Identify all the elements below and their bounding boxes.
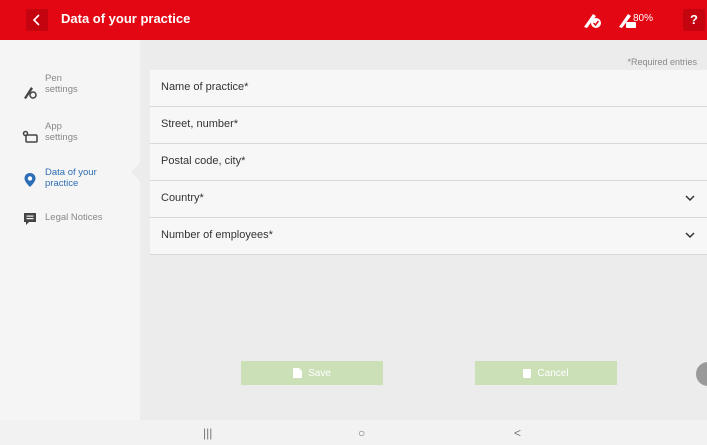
sidebar-item-label: Pen settings [45,73,78,95]
number-of-employees-select[interactable]: Number of employees* [150,218,707,255]
battery-level: 80% [633,13,654,24]
location-pin-icon [24,173,36,187]
active-indicator [131,163,140,181]
trash-icon [523,369,532,378]
notice-icon [24,213,36,225]
sidebar-item-label: Data of your practice [45,167,97,189]
field-label: Postal code, city* [161,155,246,167]
chevron-down-icon [685,232,695,239]
sidebar-item-label: Legal Notices [45,212,103,223]
system-nav-bar: ||| ○ < [0,420,707,445]
required-note: *Required entries [627,57,697,67]
save-button[interactable]: Save [241,361,383,385]
page-title: Data of your practice [61,11,191,26]
recent-apps-button[interactable]: ||| [203,426,212,440]
save-label: Save [308,367,331,379]
sidebar: Pen settings App settings Data of your p… [0,40,140,420]
street-number-field[interactable]: Street, number* [150,107,707,144]
top-bar: Data of your practice 80% ? [0,0,707,40]
help-button[interactable]: ? [683,9,705,31]
back-button[interactable] [26,9,48,31]
sidebar-item-data-of-your-practice[interactable]: Data of your practice [0,165,140,205]
sidebar-item-label: App settings [45,121,78,143]
field-label: Name of practice* [161,81,249,93]
sidebar-item-app-settings[interactable]: App settings [0,119,140,159]
chevron-left-icon [32,14,40,26]
field-label: Country* [161,192,204,204]
save-icon [293,368,303,378]
field-label: Street, number* [161,118,239,130]
cancel-button[interactable]: Cancel [475,361,617,385]
pen-check-icon[interactable] [581,10,603,30]
chevron-down-icon [685,195,695,202]
pen-icon [24,87,37,99]
name-of-practice-field[interactable]: Name of practice* [150,70,707,107]
home-button[interactable]: ○ [358,426,365,440]
app-settings-icon [22,130,38,143]
floating-action-button[interactable] [696,362,707,386]
sidebar-item-pen-settings[interactable]: Pen settings [0,71,140,111]
postal-code-city-field[interactable]: Postal code, city* [150,144,707,181]
field-label: Number of employees* [161,229,273,241]
country-select[interactable]: Country* [150,181,707,218]
cancel-label: Cancel [537,367,569,379]
sidebar-item-legal-notices[interactable]: Legal Notices [0,211,140,251]
system-back-button[interactable]: < [514,426,521,440]
